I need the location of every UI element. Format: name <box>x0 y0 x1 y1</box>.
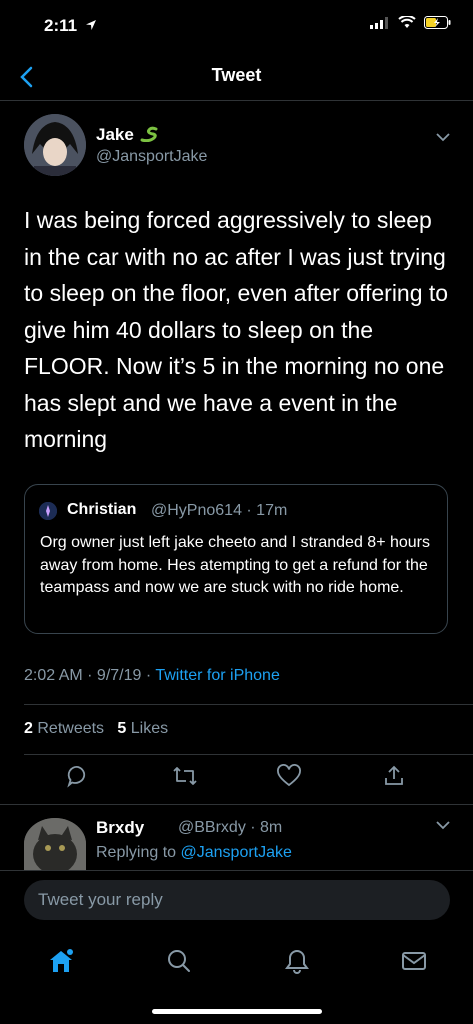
reply-author-meta: @BBrxdy · 8m <box>178 819 283 836</box>
reply-author-name[interactable]: Brxdy <box>96 818 144 838</box>
like-heart-icon[interactable] <box>276 764 302 788</box>
quoted-avatar <box>39 502 57 520</box>
share-icon[interactable] <box>382 764 406 788</box>
tweet-actions <box>0 762 473 798</box>
mention-link[interactable]: @JansportJake <box>181 844 292 861</box>
location-arrow-icon <box>85 20 96 30</box>
reply-icon[interactable] <box>66 764 90 788</box>
status-time: 2:11 <box>44 16 97 36</box>
quoted-author-name: Christian <box>67 501 137 518</box>
tweet-stats: 2 Retweets 5 Likes <box>24 720 168 738</box>
home-icon[interactable] <box>47 947 75 975</box>
reply-avatar[interactable] <box>24 818 86 870</box>
cat-avatar-image-icon <box>24 818 86 870</box>
replying-to: Replying to @JansportJake <box>96 844 292 861</box>
home-indicator <box>152 1009 322 1014</box>
quoted-tweet[interactable]: Christian @HyPno614 · 17m Org owner just… <box>24 484 448 634</box>
snake-emoji-icon <box>140 126 158 143</box>
chevron-down-icon[interactable] <box>435 132 451 142</box>
chevron-down-icon[interactable] <box>435 820 451 830</box>
likes-stat[interactable]: 5 Likes <box>117 720 168 737</box>
nav-bar: Tweet <box>0 52 473 101</box>
battery-icon <box>424 16 451 29</box>
quoted-avatar-image-icon <box>39 502 57 520</box>
quoted-author-meta: @HyPno614 · 17m <box>151 502 288 519</box>
page-title: Tweet <box>211 65 262 85</box>
author-name[interactable]: Jake <box>96 125 159 145</box>
tweet-timestamp: 2:02 AM · 9/7/19 · Twitter for iPhone <box>24 667 280 684</box>
retweets-stat[interactable]: 2 Retweets <box>24 720 104 737</box>
tweet-text: I was being forced aggressively to sleep… <box>24 207 449 452</box>
divider <box>24 754 473 755</box>
divider <box>0 804 473 805</box>
notifications-bell-icon[interactable] <box>283 947 311 975</box>
messages-envelope-icon[interactable] <box>400 947 428 975</box>
author-handle[interactable]: @JansportJake <box>96 148 207 166</box>
wifi-icon <box>398 16 416 28</box>
quoted-text: Org owner just left jake cheeto and I st… <box>40 534 431 596</box>
divider <box>24 704 473 705</box>
status-indicators <box>370 16 451 29</box>
avatar-image-icon <box>24 114 86 176</box>
signal-icon <box>370 16 388 29</box>
tweet-source[interactable]: Twitter for iPhone <box>155 667 280 684</box>
reply-compose-input[interactable]: Tweet your reply <box>24 880 450 920</box>
search-icon[interactable] <box>165 947 193 975</box>
retweet-icon[interactable] <box>172 764 198 788</box>
avatar[interactable] <box>24 114 86 176</box>
